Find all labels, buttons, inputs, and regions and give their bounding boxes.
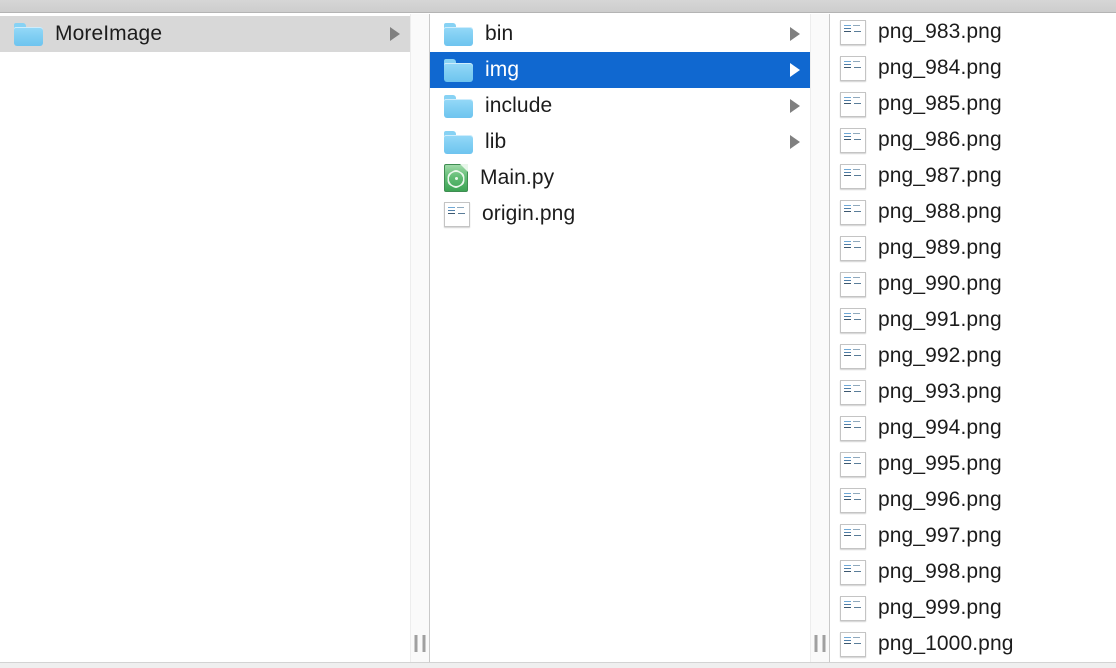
list-item[interactable]: png_987.png: [830, 158, 1101, 194]
png-thumbnail-icon: [840, 632, 866, 657]
list-item[interactable]: png_997.png: [830, 518, 1101, 554]
column-1-resize-gutter[interactable]: [410, 14, 430, 668]
column-2-resize-gutter[interactable]: [810, 14, 830, 668]
column-browser: MoreImage bin img include lib Main.py origin.…: [0, 14, 1116, 668]
list-item-label: png_991.png: [878, 308, 1002, 332]
folder-icon: [444, 95, 473, 118]
list-item-label: origin.png: [482, 202, 575, 226]
list-item[interactable]: include: [430, 88, 810, 124]
list-item-label: lib: [485, 130, 506, 154]
list-item[interactable]: png_995.png: [830, 446, 1101, 482]
list-item[interactable]: origin.png: [430, 196, 810, 232]
png-thumbnail-icon: [444, 202, 470, 227]
list-item[interactable]: png_998.png: [830, 554, 1101, 590]
chevron-right-icon[interactable]: [790, 99, 800, 113]
list-item-label: png_985.png: [878, 92, 1002, 116]
png-thumbnail-icon: [840, 452, 866, 477]
list-item[interactable]: png_999.png: [830, 590, 1101, 626]
list-item-label: png_1000.png: [878, 632, 1014, 656]
list-item[interactable]: png_991.png: [830, 302, 1101, 338]
column-2-list[interactable]: bin img include lib Main.py origin.png: [430, 14, 810, 668]
list-item[interactable]: Main.py: [430, 160, 810, 196]
window-toolbar: [0, 0, 1116, 13]
png-thumbnail-icon: [840, 200, 866, 225]
list-item-label: png_995.png: [878, 452, 1002, 476]
list-item[interactable]: png_983.png: [830, 14, 1101, 50]
list-item-label: png_997.png: [878, 524, 1002, 548]
list-item-label: png_988.png: [878, 200, 1002, 224]
folder-icon: [14, 23, 43, 46]
list-item-label: png_987.png: [878, 164, 1002, 188]
list-item-label: Main.py: [480, 166, 554, 190]
list-item-label: png_983.png: [878, 20, 1002, 44]
list-item-label: png_984.png: [878, 56, 1002, 80]
list-item[interactable]: png_985.png: [830, 86, 1101, 122]
list-item-label: png_986.png: [878, 128, 1002, 152]
png-thumbnail-icon: [840, 20, 866, 45]
png-thumbnail-icon: [840, 56, 866, 81]
chevron-right-icon[interactable]: [790, 63, 800, 77]
column-1-resize-grip-icon[interactable]: [415, 635, 426, 652]
png-thumbnail-icon: [840, 488, 866, 513]
list-item[interactable]: png_990.png: [830, 266, 1101, 302]
chevron-right-icon[interactable]: [790, 135, 800, 149]
png-thumbnail-icon: [840, 344, 866, 369]
list-item[interactable]: png_994.png: [830, 410, 1101, 446]
list-item-label: png_994.png: [878, 416, 1002, 440]
list-item-label: bin: [485, 22, 513, 46]
list-item[interactable]: png_1000.png: [830, 626, 1101, 662]
column-3: png_983.png png_984.png png_985.png png_986…: [830, 14, 1101, 668]
list-item[interactable]: img: [430, 52, 810, 88]
folder-icon: [444, 23, 473, 46]
list-item[interactable]: png_996.png: [830, 482, 1101, 518]
column-1: MoreImage: [0, 14, 410, 668]
list-item[interactable]: lib: [430, 124, 810, 160]
list-item-label: png_998.png: [878, 560, 1002, 584]
finder-column-view-window: MoreImage bin img include lib Main.py origin.…: [0, 0, 1116, 668]
column-2: bin img include lib Main.py origin.png: [430, 14, 810, 668]
list-item-label: png_999.png: [878, 596, 1002, 620]
png-thumbnail-icon: [840, 92, 866, 117]
list-item-label: png_992.png: [878, 344, 1002, 368]
list-item-label: MoreImage: [55, 22, 162, 46]
column-3-list[interactable]: png_983.png png_984.png png_985.png png_986…: [830, 14, 1101, 668]
list-item[interactable]: png_993.png: [830, 374, 1101, 410]
window-bottom-bar: [0, 662, 1116, 668]
png-thumbnail-icon: [840, 560, 866, 585]
column-1-list[interactable]: MoreImage: [0, 14, 410, 668]
png-thumbnail-icon: [840, 380, 866, 405]
folder-icon: [444, 131, 473, 154]
list-item[interactable]: MoreImage: [0, 16, 410, 52]
chevron-right-icon[interactable]: [790, 27, 800, 41]
list-item-label: png_996.png: [878, 488, 1002, 512]
list-item-label: img: [485, 58, 519, 82]
png-thumbnail-icon: [840, 272, 866, 297]
list-item[interactable]: png_986.png: [830, 122, 1101, 158]
png-thumbnail-icon: [840, 236, 866, 261]
png-thumbnail-icon: [840, 596, 866, 621]
list-item-label: png_989.png: [878, 236, 1002, 260]
list-item-label: png_990.png: [878, 272, 1002, 296]
png-thumbnail-icon: [840, 416, 866, 441]
list-item[interactable]: png_988.png: [830, 194, 1101, 230]
list-item[interactable]: png_984.png: [830, 50, 1101, 86]
png-thumbnail-icon: [840, 524, 866, 549]
list-item[interactable]: png_989.png: [830, 230, 1101, 266]
png-thumbnail-icon: [840, 308, 866, 333]
chevron-right-icon[interactable]: [390, 27, 400, 41]
column-2-resize-grip-icon[interactable]: [815, 635, 826, 652]
png-thumbnail-icon: [840, 164, 866, 189]
folder-icon: [444, 59, 473, 82]
list-item-label: png_993.png: [878, 380, 1002, 404]
atom-document-icon: [444, 164, 468, 192]
list-item[interactable]: bin: [430, 16, 810, 52]
png-thumbnail-icon: [840, 128, 866, 153]
list-item-label: include: [485, 94, 552, 118]
list-item[interactable]: png_992.png: [830, 338, 1101, 374]
